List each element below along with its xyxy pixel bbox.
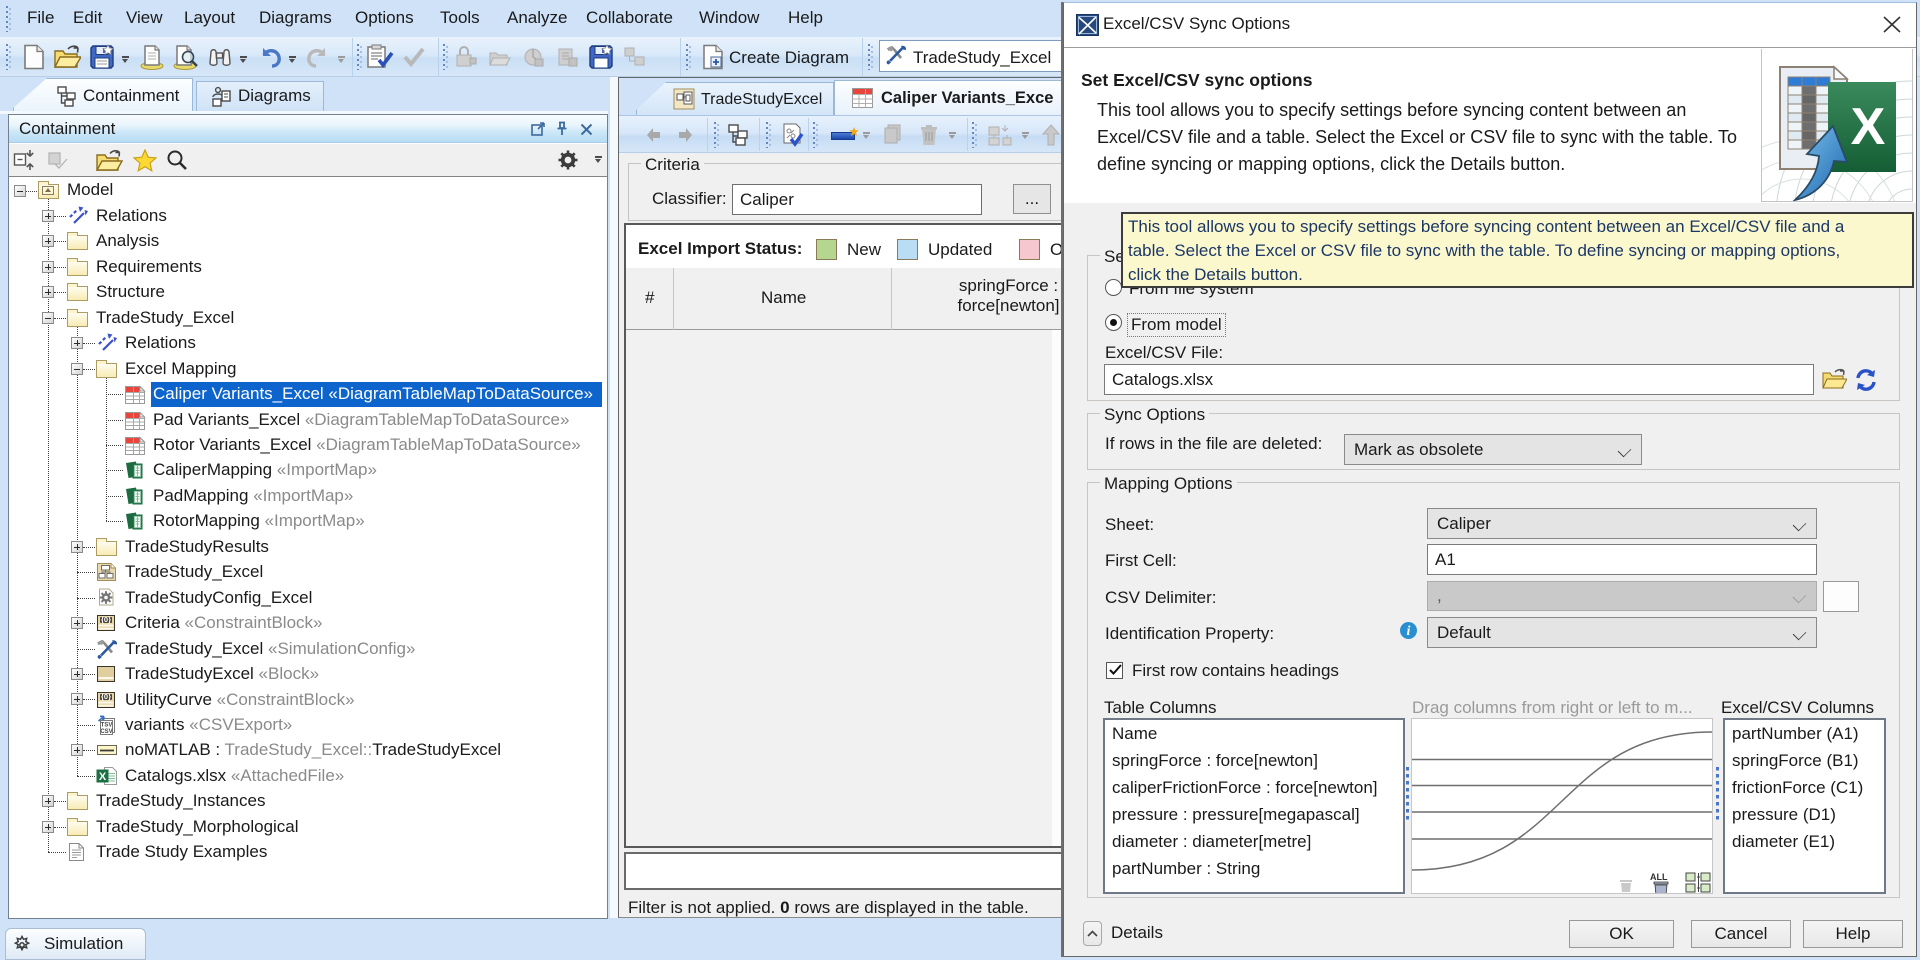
svg-text:{0}: {0} — [101, 692, 111, 701]
svg-text:{0}: {0} — [101, 615, 111, 624]
svg-text:CSV: CSV — [100, 729, 112, 735]
svg-text:X: X — [1851, 98, 1886, 156]
svg-text:TSV: TSV — [101, 723, 113, 729]
svg-text:ALL: ALL — [1650, 872, 1668, 882]
svg-text:X: X — [99, 771, 107, 783]
